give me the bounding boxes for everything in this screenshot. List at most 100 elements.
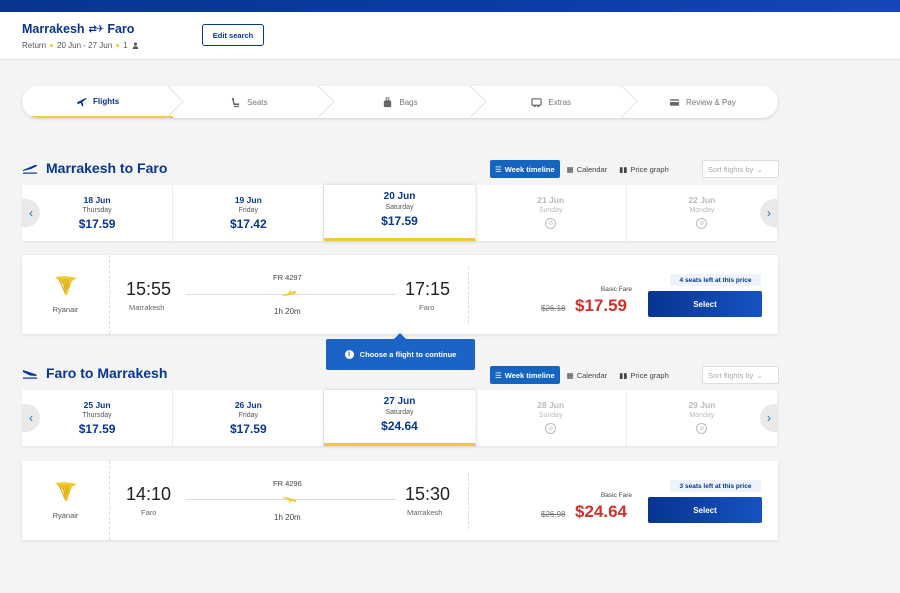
- price-graph-tab[interactable]: ▮▮ Price graph: [614, 366, 674, 384]
- inbound-title-text: Faro to Marrakesh: [46, 365, 168, 381]
- weekday-label: Friday: [238, 207, 259, 214]
- date-price: $17.59: [229, 422, 267, 436]
- step-extras[interactable]: Extras: [476, 86, 627, 118]
- seats-left-badge: 4 seats left at this price: [670, 274, 761, 286]
- weekday-label: Thursday: [82, 207, 112, 214]
- chevron-right-icon: ›: [767, 206, 771, 220]
- separator-dot: [116, 44, 120, 47]
- origin-city: Marrakesh: [22, 22, 85, 36]
- weekday-label: Saturday: [385, 204, 414, 211]
- date-label: 26 Jun: [234, 400, 262, 410]
- ryanair-harp-logo-icon: [54, 276, 77, 295]
- date-label: 27 Jun: [383, 396, 416, 407]
- bag-icon: [384, 96, 392, 107]
- tab-label: Price graph: [630, 370, 669, 380]
- date-label: 21 Jun: [537, 195, 565, 205]
- booking-steps-nav: Flights Seats Bags Extras Review & Pay: [22, 86, 778, 118]
- weekday-label: Monday: [689, 207, 715, 214]
- list-icon: ☰: [495, 370, 502, 380]
- return-flight-icon: ⇄✈: [88, 23, 105, 35]
- ryanair-harp-logo-icon: [54, 482, 77, 501]
- plane-icon: [76, 97, 87, 106]
- date-label: 20 Jun: [383, 191, 416, 202]
- edit-search-button[interactable]: Edit search: [202, 24, 264, 46]
- weekday-label: Thursday: [82, 412, 112, 419]
- flight-price: $24.64: [575, 502, 627, 521]
- plane-icon: [283, 290, 297, 296]
- arrival-city: Marrakesh: [407, 508, 443, 517]
- date-card[interactable]: 19 Jun Friday $17.42: [173, 185, 325, 241]
- weekday-label: Monday: [689, 412, 715, 419]
- outbound-section-title: Marrakesh to Faro: [22, 160, 167, 176]
- airline-logo-block: Ryanair: [22, 255, 110, 334]
- weekday-label: Sunday: [538, 207, 563, 214]
- step-bags[interactable]: Bags: [324, 86, 475, 118]
- plane-icon: [283, 497, 297, 503]
- inbound-date-strip: 25 Jun Thursday $17.59 26 Jun Friday $17…: [22, 390, 779, 446]
- date-price: $17.42: [229, 217, 267, 231]
- fare-type: Basic Fare: [600, 492, 632, 499]
- date-price: $17.59: [381, 214, 418, 228]
- inbound-sort-dropdown[interactable]: Sort flights by ⌄: [702, 366, 779, 384]
- inbound-flight-card[interactable]: Ryanair 14:10 Faro FR 4296 1h 20m 15:30 …: [22, 461, 778, 540]
- original-price: $26.18: [541, 304, 566, 313]
- seats-left-badge: 3 seats left at this price: [670, 480, 761, 492]
- date-card[interactable]: 26 Jun Friday $17.59: [173, 390, 325, 446]
- date-card-disabled: 21 Jun Sunday ⊘: [476, 185, 627, 241]
- trip-details: Return 20 Jun - 27 Jun 1: [22, 41, 139, 50]
- tab-label: Price graph: [630, 164, 669, 174]
- bar-chart-icon: ▮▮: [619, 164, 628, 174]
- outbound-sort-dropdown[interactable]: Sort flights by ⌄: [702, 160, 779, 178]
- week-timeline-tab[interactable]: ☰ Week timeline: [490, 160, 560, 178]
- calendar-tab[interactable]: ▦ Calendar: [562, 160, 613, 178]
- calendar-tab[interactable]: ▦ Calendar: [562, 366, 613, 384]
- airline-name: Ryanair: [52, 511, 79, 520]
- step-flights[interactable]: Flights: [22, 86, 174, 118]
- date-price: $24.64: [381, 419, 418, 433]
- date-label: 28 Jun: [537, 400, 565, 410]
- departure-plane-icon: [23, 164, 37, 174]
- calendar-icon: ▦: [566, 164, 574, 174]
- choose-flight-tooltip: i Choose a flight to continue: [326, 333, 475, 370]
- inbound-view-toggle: ☰ Week timeline ▦ Calendar ▮▮ Price graph: [490, 366, 674, 384]
- price-graph-tab[interactable]: ▮▮ Price graph: [614, 160, 674, 178]
- select-flight-button[interactable]: Select: [648, 497, 762, 523]
- trip-type: Return: [22, 41, 47, 50]
- date-card-disabled: 22 Jun Monday ⊘: [627, 185, 779, 241]
- person-icon: [132, 42, 138, 49]
- weekday-label: Sunday: [538, 412, 563, 419]
- weekday-label: Saturday: [385, 409, 414, 416]
- no-flights-icon: ⊘: [545, 423, 557, 434]
- flight-duration: 1h 20m: [274, 513, 301, 522]
- arrival-plane-icon: [23, 370, 37, 379]
- route-title: Marrakesh ⇄✈ Faro: [22, 22, 134, 36]
- tab-label: Week timeline: [504, 370, 555, 380]
- step-label: Bags: [399, 97, 418, 107]
- date-label: 19 Jun: [234, 195, 262, 205]
- select-flight-button[interactable]: Select: [648, 291, 762, 317]
- outbound-view-toggle: ☰ Week timeline ▦ Calendar ▮▮ Price graph: [490, 160, 674, 178]
- date-card-selected[interactable]: 27 Jun Saturday $24.64: [324, 390, 476, 446]
- chevron-down-icon: ⌄: [756, 370, 763, 380]
- date-card-selected[interactable]: 20 Jun Saturday $17.59: [324, 185, 476, 241]
- separator-dot: [50, 44, 54, 47]
- flight-duration: 1h 20m: [274, 307, 301, 316]
- chevron-right-icon: ›: [767, 411, 771, 425]
- airline-name: Ryanair: [52, 305, 79, 314]
- date-card-disabled: 29 Jun Monday ⊘: [627, 390, 779, 446]
- date-label: 22 Jun: [688, 195, 716, 205]
- sort-label: Sort flights by: [708, 164, 754, 174]
- list-icon: ☰: [495, 164, 502, 174]
- arrival-time: 15:30: [405, 484, 451, 504]
- trip-summary-header: Marrakesh ⇄✈ Faro Return 20 Jun - 27 Jun…: [0, 12, 900, 60]
- card-divider: [468, 267, 469, 323]
- week-timeline-tab[interactable]: ☰ Week timeline: [490, 366, 560, 384]
- passenger-count: 1: [123, 41, 128, 50]
- step-review-pay[interactable]: Review & Pay: [627, 86, 778, 118]
- date-card[interactable]: 25 Jun Thursday $17.59: [22, 390, 174, 446]
- outbound-flight-card[interactable]: Ryanair 15:55 Marrakesh FR 4297 1h 20m 1…: [22, 255, 778, 334]
- step-seats[interactable]: Seats: [173, 86, 324, 118]
- calendar-icon: ▦: [566, 370, 574, 380]
- date-card[interactable]: 18 Jun Thursday $17.59: [22, 185, 174, 241]
- departure-time: 15:55: [126, 279, 172, 299]
